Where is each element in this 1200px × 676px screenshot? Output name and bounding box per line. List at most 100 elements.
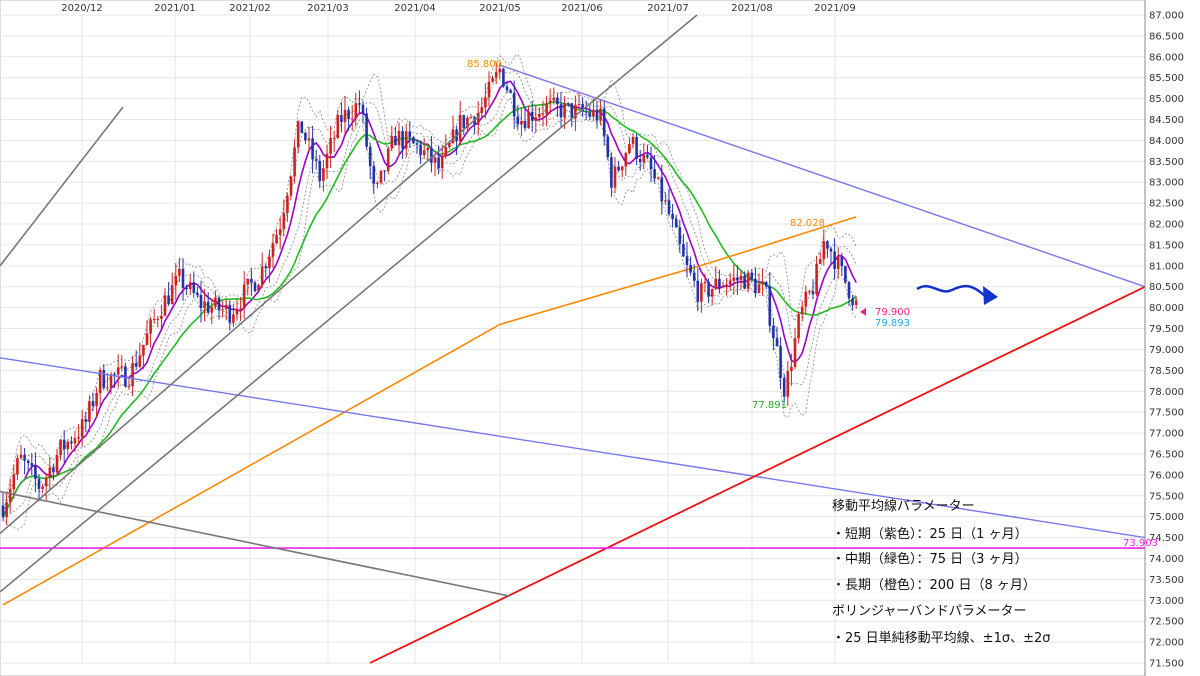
candle-body <box>653 169 656 179</box>
candle-body <box>268 256 271 269</box>
candle-body <box>588 112 592 117</box>
candle-body <box>95 393 98 406</box>
candle-body <box>620 166 624 171</box>
candle-body <box>599 108 602 121</box>
y-tick-label: 79.000 <box>1149 345 1184 356</box>
candle-body <box>710 289 714 297</box>
candle-body <box>322 168 325 181</box>
candle-body <box>109 374 113 388</box>
y-tick-label: 71.500 <box>1149 659 1184 670</box>
y-tick-label: 75.500 <box>1149 491 1184 502</box>
candle-body <box>235 309 239 315</box>
candle-body <box>311 138 314 160</box>
legend-bb-title: ボリンジャーバンドパラメーター <box>832 604 1026 619</box>
x-tick-label: 2021/01 <box>154 3 196 14</box>
candle-body <box>566 102 570 104</box>
candle-body <box>772 325 775 339</box>
candle-body <box>34 465 37 479</box>
candle-body <box>102 370 106 388</box>
x-tick-label: 2020/12 <box>61 3 103 14</box>
candle-body <box>790 367 793 371</box>
candle-body <box>534 117 538 121</box>
candle-body <box>239 308 242 310</box>
y-tick-label: 85.000 <box>1149 94 1184 105</box>
y-tick-label: 87.000 <box>1149 11 1184 22</box>
candle-body <box>671 213 674 220</box>
wavy-arrow-right-icon <box>916 284 998 305</box>
candle-body <box>656 177 660 179</box>
candle-body <box>260 266 264 285</box>
candle-body <box>116 367 120 375</box>
candle-body <box>379 170 383 183</box>
candle-body <box>628 144 631 154</box>
candle-body <box>505 86 509 91</box>
candle-body <box>343 109 347 122</box>
candle-body <box>149 319 152 334</box>
candle-body <box>833 251 836 270</box>
candle-body <box>134 363 138 367</box>
y-tick-label: 86.000 <box>1149 52 1184 63</box>
candle-body <box>851 298 854 306</box>
candle-body <box>178 268 181 276</box>
candle-body <box>253 282 257 292</box>
candle-body <box>563 102 566 118</box>
x-axis: 2020/12 2021/01 2021/02 2021/03 2021/04 2021/… <box>61 3 856 14</box>
candle-body <box>250 278 253 283</box>
candle-body <box>336 115 340 138</box>
candle-body <box>617 166 620 171</box>
candle-body <box>275 234 278 244</box>
candle-body <box>340 115 343 122</box>
candle-body <box>347 109 350 120</box>
ma200-value-label: 82.028 <box>790 218 825 229</box>
y-tick-label: 74.000 <box>1149 554 1184 565</box>
candle-body <box>84 419 88 422</box>
candle-body <box>199 295 203 309</box>
candle-body <box>786 370 790 397</box>
candle-body <box>836 257 840 270</box>
candle-body <box>293 147 296 177</box>
candle-body <box>278 229 282 235</box>
candle-body <box>26 460 30 464</box>
candle-body <box>224 304 228 310</box>
candle-body <box>422 150 426 156</box>
indicator-lines <box>2 53 857 606</box>
candle-body <box>419 144 422 156</box>
candle-body <box>228 304 232 323</box>
y-tick-label: 77.500 <box>1149 408 1184 419</box>
candle-body <box>401 131 404 149</box>
candle-body <box>736 277 739 281</box>
candle-body <box>386 148 390 172</box>
candle-body <box>368 146 372 167</box>
candle-body <box>314 159 318 161</box>
y-tick-label: 85.500 <box>1149 73 1184 84</box>
candle-body <box>800 306 804 315</box>
candle-body <box>264 266 268 269</box>
y-tick-label: 82.000 <box>1149 220 1184 231</box>
candle-body <box>271 243 275 257</box>
candle-body <box>757 284 761 294</box>
candle-body <box>462 115 466 129</box>
x-tick-label: 2021/06 <box>561 3 603 14</box>
candle-body <box>59 439 62 456</box>
candle-body <box>62 439 66 450</box>
bollinger-plus-1 <box>2 71 857 518</box>
candle-body <box>754 278 757 294</box>
candle-body <box>181 268 185 288</box>
candle-body <box>206 301 210 313</box>
candle-body <box>674 219 678 228</box>
y-tick-label: 83.500 <box>1149 157 1184 168</box>
channel-line-1 <box>0 106 124 267</box>
x-tick-label: 2021/02 <box>229 3 271 14</box>
candle-body <box>214 297 217 307</box>
x-tick-label: 2021/08 <box>731 3 773 14</box>
candle-body <box>678 227 682 244</box>
candle-body <box>163 295 167 316</box>
candle-body <box>509 90 512 93</box>
candle-body <box>700 283 703 302</box>
candle-body <box>174 275 178 286</box>
candle-body <box>332 137 336 139</box>
candle-body <box>318 160 322 181</box>
candle-body <box>523 121 527 129</box>
candle-body <box>221 309 224 311</box>
candle-body <box>761 281 764 285</box>
